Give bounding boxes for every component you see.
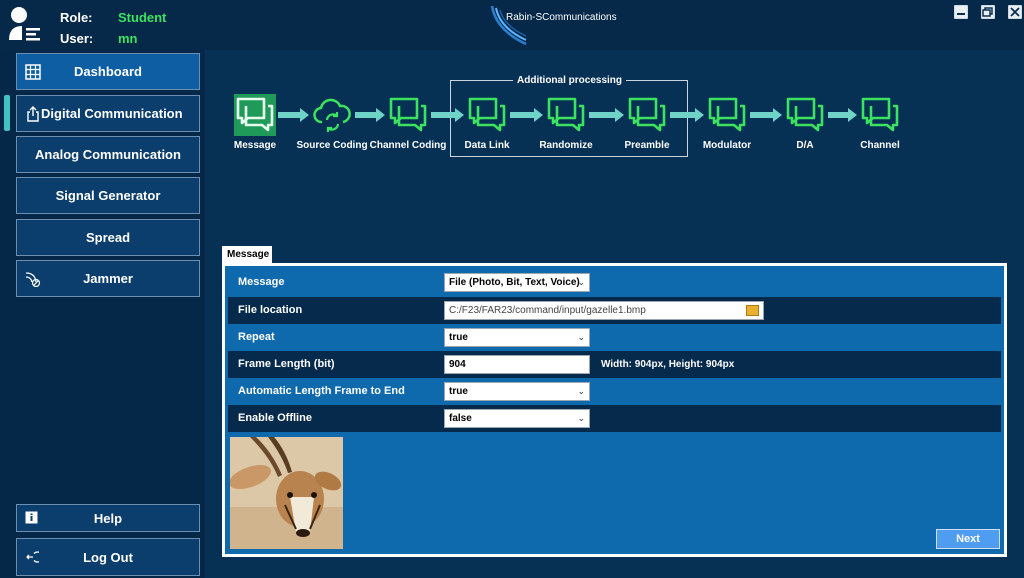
row-file-location: File location C:/F23/FAR23/command/input…: [228, 297, 1001, 324]
auto-length-label: Automatic Length Frame to End: [238, 385, 405, 397]
grid-icon: [25, 64, 41, 80]
brand-logo-icon: [490, 5, 527, 46]
sidebar-item-label: Dashboard: [74, 64, 142, 79]
sidebar-item-label: Spread: [85, 230, 131, 245]
flow-arrow-icon: [510, 108, 543, 122]
chat-bubbles-icon: [628, 97, 666, 132]
close-button[interactable]: [1008, 5, 1022, 19]
user-avatar-icon: [9, 7, 40, 41]
pipeline-stage-source-coding[interactable]: [311, 94, 353, 136]
sidebar-item-signal-generator[interactable]: Signal Generator: [16, 177, 200, 214]
chevron-down-icon: ⌄: [577, 386, 585, 396]
folder-icon[interactable]: [746, 305, 759, 316]
frame-length-label: Frame Length (bit): [238, 358, 335, 370]
row-frame-length: Frame Length (bit) 904 Width: 904px, Hei…: [228, 351, 1001, 378]
sidebar-item-label: Jammer: [83, 271, 133, 286]
pipeline-stage-message[interactable]: [234, 94, 276, 136]
role-value: Student: [118, 10, 167, 25]
row-message: Message File (Photo, Bit, Text, Voice) ⌄: [228, 269, 1001, 296]
flow-arrow-icon: [828, 108, 857, 122]
file-location-field[interactable]: C:/F23/FAR23/command/input/gazelle1.bmp: [444, 301, 764, 320]
sidebar-item-jammer[interactable]: Jammer: [16, 260, 200, 297]
pipeline-stage-label: Randomize: [539, 140, 593, 151]
logout-button[interactable]: Log Out: [16, 538, 200, 576]
chat-bubbles-icon: [236, 97, 274, 132]
pipeline-stage-preamble[interactable]: [626, 94, 668, 136]
chat-bubbles-icon: [468, 97, 506, 132]
sidebar-item-label: Digital Communication: [41, 106, 183, 121]
pipeline-stage-modulator[interactable]: [706, 94, 748, 136]
tab-message[interactable]: Message: [222, 246, 272, 264]
pipeline-stage-label: Preamble: [624, 140, 670, 151]
user-value: mn: [118, 31, 138, 46]
chat-bubbles-icon: [547, 97, 585, 132]
jammer-icon: [25, 272, 41, 287]
maximize-button[interactable]: [981, 5, 995, 19]
flow-arrow-icon: [355, 108, 385, 122]
next-button[interactable]: Next: [936, 529, 1000, 549]
sidebar-item-digital-communication[interactable]: Digital Communication: [16, 95, 200, 132]
help-label: Help: [93, 510, 123, 526]
file-location-label: File location: [238, 304, 303, 316]
pipeline-stage-label: Source Coding: [296, 140, 368, 151]
sidebar-item-label: Analog Communication: [35, 147, 181, 162]
pipeline-stage-label: D/A: [796, 140, 814, 151]
sidebar-item-spread[interactable]: Spread: [16, 219, 200, 256]
chat-bubbles-icon: [708, 97, 746, 132]
repeat-select[interactable]: true ⌄: [444, 328, 590, 347]
top-bar: Role: Student User: mn Rabin-SCommunicat…: [0, 0, 1024, 50]
pipeline-stage-channel-coding[interactable]: [387, 94, 429, 136]
flow-arrow-icon: [670, 108, 704, 122]
cloud-sync-icon: [313, 98, 351, 132]
selected-indicator: [4, 95, 10, 131]
chevron-down-icon: ⌄: [577, 332, 585, 342]
pipeline-stage-channel[interactable]: [859, 94, 901, 136]
frame-length-input[interactable]: 904: [444, 355, 590, 374]
info-icon: [25, 511, 38, 524]
enable-offline-label: Enable Offline: [238, 412, 312, 424]
chat-bubbles-icon: [786, 97, 824, 132]
pipeline-stage-label: Message: [233, 140, 277, 151]
message-label: Message: [238, 276, 285, 288]
pipeline-stage-randomize[interactable]: [545, 94, 587, 136]
sidebar-item-dashboard[interactable]: Dashboard: [16, 53, 200, 90]
image-dimensions: Width: 904px, Height: 904px: [601, 359, 735, 370]
logout-icon: [26, 551, 39, 563]
row-auto-length: Automatic Length Frame to End true ⌄: [228, 378, 1001, 405]
pipeline-stage-d-a[interactable]: [784, 94, 826, 136]
logout-label: Log Out: [83, 549, 133, 565]
gazelle-image: [230, 437, 343, 549]
flow-arrow-icon: [431, 108, 464, 122]
chat-bubbles-icon: [389, 97, 427, 132]
chat-bubbles-icon: [861, 97, 899, 132]
chevron-down-icon: ⌄: [577, 277, 585, 287]
row-repeat: Repeat true ⌄: [228, 324, 1001, 351]
pipeline-stage-label: Data Link: [464, 140, 510, 151]
minimize-button[interactable]: [954, 5, 968, 19]
row-enable-offline: Enable Offline false ⌄: [228, 405, 1001, 432]
help-button[interactable]: Help: [16, 504, 200, 532]
role-label: Role:: [60, 10, 93, 25]
image-preview: [230, 437, 343, 549]
brand-name: Rabin-SCommunications: [506, 12, 617, 23]
repeat-label: Repeat: [238, 331, 275, 343]
pipeline-stage-label: Channel: [860, 140, 900, 151]
message-panel: Message File (Photo, Bit, Text, Voice) ⌄ …: [222, 263, 1007, 557]
export-icon: [27, 106, 39, 122]
sidebar-item-label: Signal Generator: [55, 188, 161, 203]
enable-offline-select[interactable]: false ⌄: [444, 409, 590, 428]
sidebar-item-analog-communication[interactable]: Analog Communication: [16, 136, 200, 173]
auto-length-select[interactable]: true ⌄: [444, 382, 590, 401]
user-label: User:: [60, 31, 94, 46]
flow-arrow-icon: [589, 108, 624, 122]
pipeline-stage-data-link[interactable]: [466, 94, 508, 136]
additional-processing-label: Additional processing: [513, 75, 627, 86]
chevron-down-icon: ⌄: [577, 413, 585, 423]
pipeline-stage-label: Channel Coding: [369, 140, 447, 151]
flow-arrow-icon: [278, 108, 309, 122]
pipeline-stage-label: Modulator: [702, 140, 752, 151]
flow-arrow-icon: [750, 108, 782, 122]
message-type-select[interactable]: File (Photo, Bit, Text, Voice) ⌄: [444, 273, 590, 292]
